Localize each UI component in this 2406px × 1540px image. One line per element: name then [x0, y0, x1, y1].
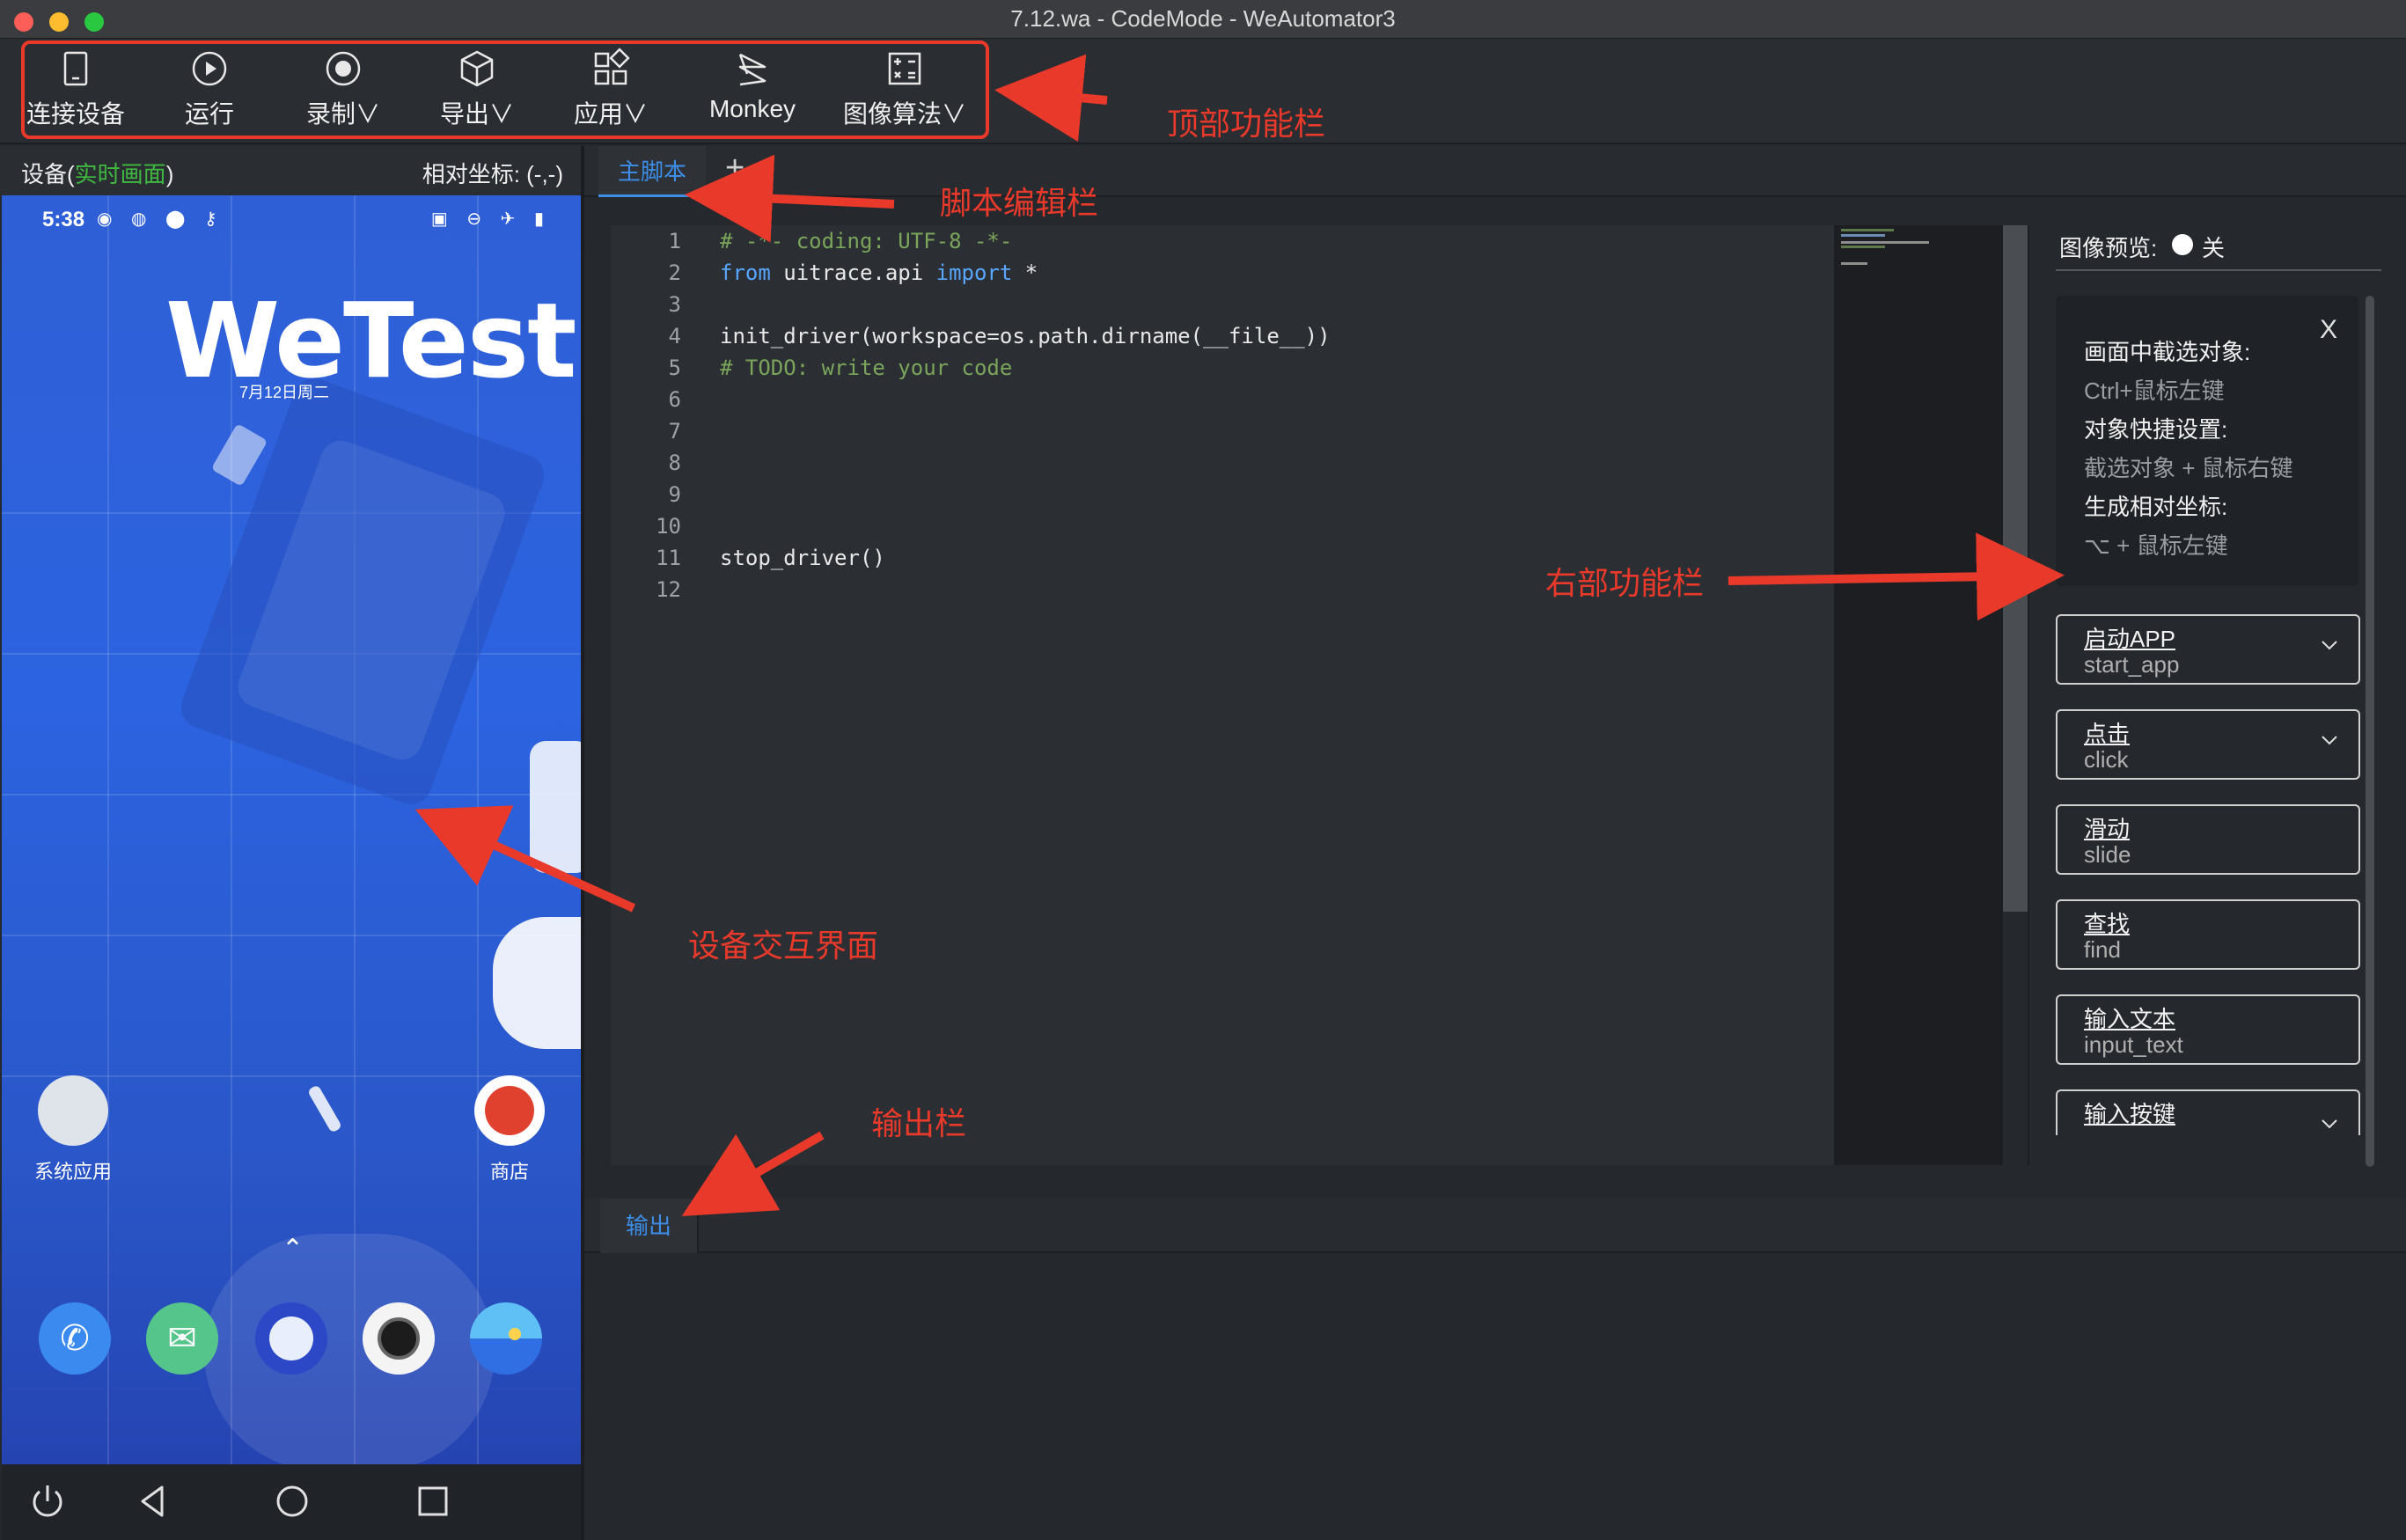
- start-app-action[interactable]: 启动APP start_app: [2056, 614, 2360, 685]
- power-icon[interactable]: [26, 1480, 69, 1522]
- input-text-action[interactable]: 输入文本 input_text: [2056, 994, 2360, 1065]
- click-action[interactable]: 点击 click: [2056, 709, 2360, 780]
- action-label-en: start_app: [2084, 651, 2180, 678]
- weather-icon[interactable]: [470, 1302, 542, 1375]
- action-label-cn: 滑动: [2084, 816, 2131, 842]
- code-line: # -*- coding: UTF-8 -*-: [720, 229, 1013, 253]
- device-nav-bar: [2, 1464, 581, 1540]
- line-number: 6: [668, 387, 681, 412]
- help-title: 对象快捷设置:: [2084, 416, 2228, 443]
- code-editor[interactable]: 1 2 3 4 5 6 7 8 9 10 11 12 # -*- coding:…: [611, 225, 1834, 1165]
- device-title-suffix: ): [165, 161, 174, 187]
- input-key-action[interactable]: 输入按键: [2056, 1089, 2360, 1135]
- line-number: 7: [668, 419, 681, 444]
- close-icon[interactable]: X: [2320, 315, 2337, 345]
- device-screen[interactable]: 5:38 ◉ ◍ ⬤ ⚷ ▣ ⊖ ✈ ▮ WeTest 7月12日周二 系统应用…: [2, 195, 581, 1464]
- line-number: 3: [668, 292, 681, 317]
- line-number: 4: [668, 324, 681, 348]
- tab-main-script[interactable]: 主脚本: [598, 146, 707, 197]
- store-icon: [474, 1075, 545, 1146]
- output-tab-bar: 输出: [584, 1199, 2406, 1253]
- find-action[interactable]: 查找 find: [2056, 899, 2360, 970]
- editor-tab-bar: 主脚本 +: [584, 146, 2406, 197]
- camera-icon[interactable]: [363, 1302, 435, 1375]
- line-number-gutter: 1 2 3 4 5 6 7 8 9 10 11 12: [611, 225, 681, 1165]
- action-label-en: click: [2084, 746, 2129, 773]
- chevron-down-icon: [2322, 641, 2337, 650]
- line-number: 8: [668, 451, 681, 475]
- line-number: 12: [656, 577, 681, 602]
- action-label-cn: 输入按键: [2084, 1101, 2176, 1127]
- messages-icon[interactable]: ✉: [146, 1302, 218, 1375]
- app-folder-icon: [38, 1075, 108, 1146]
- notification-icons: ◉ ◍ ⬤ ⚷: [97, 209, 224, 229]
- chevron-down-icon: [2322, 736, 2337, 745]
- annotation-script-editor: 脚本编辑栏: [940, 185, 1099, 221]
- phone-status-bar: 5:38 ◉ ◍ ⬤ ⚷ ▣ ⊖ ✈ ▮: [2, 195, 581, 245]
- shortcut-help-box: X 画面中截选对象: Ctrl+鼠标左键 对象快捷设置: 截选对象 + 鼠标右键…: [2056, 296, 2358, 586]
- editor-scrollbar[interactable]: [2003, 225, 2028, 912]
- phone-dial-icon[interactable]: ✆: [39, 1302, 111, 1375]
- help-shortcut: ⌥ + 鼠标左键: [2084, 532, 2228, 559]
- relative-coordinate-readout: 相对坐标: (-,-): [422, 161, 563, 187]
- store-label: 商店: [489, 1161, 529, 1183]
- right-panel-scrollbar[interactable]: [2366, 296, 2374, 1167]
- right-function-panel: 图像预览: 关 X 画面中截选对象: Ctrl+鼠标左键 对象快捷设置: 截选对…: [2029, 197, 2406, 1200]
- code-line: init_driver(workspace=os.path.dirname(__…: [720, 324, 1331, 348]
- system-apps-label: 系统应用: [33, 1161, 112, 1183]
- store-app[interactable]: 商店: [461, 1075, 558, 1184]
- phone-clock: 5:38: [42, 208, 85, 231]
- help-title: 画面中截选对象:: [2084, 339, 2251, 365]
- chevron-down-icon: [2322, 1119, 2337, 1129]
- help-title: 生成相对坐标:: [2084, 494, 2228, 520]
- line-number: 5: [668, 356, 681, 380]
- image-preview-label: 图像预览:: [2059, 235, 2158, 261]
- action-label-en: input_text: [2084, 1031, 2183, 1058]
- code-line: # TODO: write your code: [720, 356, 1013, 380]
- recents-icon[interactable]: [412, 1480, 454, 1522]
- line-number: 1: [668, 229, 681, 253]
- action-label-cn: 点击: [2084, 721, 2131, 747]
- system-apps-folder[interactable]: 系统应用: [25, 1075, 121, 1184]
- annotation-right-panel: 右部功能栏: [1545, 565, 1705, 601]
- action-label-en: find: [2084, 936, 2121, 963]
- browser-icon[interactable]: [255, 1302, 327, 1375]
- line-number: 2: [668, 260, 681, 285]
- home-icon[interactable]: [271, 1480, 313, 1522]
- line-number: 9: [668, 482, 681, 507]
- help-shortcut: Ctrl+鼠标左键: [2084, 378, 2225, 404]
- device-title-prefix: 设备(: [21, 161, 75, 187]
- tab-output[interactable]: 输出: [600, 1199, 699, 1253]
- device-title: 设备(实时画面): [21, 157, 173, 189]
- wetest-logo: WeTest: [165, 280, 576, 401]
- annotation-output: 输出栏: [871, 1105, 967, 1141]
- toolbar-highlight-frame: [21, 40, 989, 139]
- image-preview-toggle[interactable]: [2172, 234, 2193, 255]
- code-line: stop_driver(): [720, 546, 885, 570]
- line-number: 10: [656, 514, 681, 539]
- code-line: from uitrace.api import *: [720, 260, 1038, 285]
- live-view-label: 实时画面: [74, 161, 166, 187]
- action-label-cn: 输入文本: [2084, 1006, 2176, 1032]
- action-label-en: slide: [2084, 841, 2131, 868]
- action-label-cn: 启动APP: [2084, 626, 2176, 652]
- line-number: 11: [656, 546, 681, 570]
- action-label-cn: 查找: [2084, 911, 2131, 937]
- window-titlebar: 7.12.wa - CodeMode - WeAutomator3: [0, 0, 2406, 39]
- preview-divider: [2056, 269, 2381, 271]
- window-title: 7.12.wa - CodeMode - WeAutomator3: [1010, 5, 1396, 32]
- device-panel-header: 设备(实时画面) 相对坐标: (-,-): [0, 146, 583, 195]
- add-tab-button[interactable]: +: [725, 150, 745, 187]
- help-shortcut: 截选对象 + 鼠标右键: [2084, 455, 2293, 481]
- annotation-top-toolbar: 顶部功能栏: [1167, 106, 1326, 142]
- output-panel[interactable]: [584, 1253, 2406, 1540]
- system-status-icons: ▣ ⊖ ✈ ▮: [430, 209, 551, 229]
- image-preview-state: 关: [2202, 235, 2226, 261]
- slide-action[interactable]: 滑动 slide: [2056, 804, 2360, 875]
- annotation-device-ui: 设备交互界面: [688, 928, 879, 964]
- back-icon[interactable]: [132, 1480, 174, 1522]
- app-drawer-chevron-icon[interactable]: ⌃: [282, 1234, 304, 1265]
- code-minimap[interactable]: [1834, 225, 2003, 1165]
- phone-date: 7月12日周二: [239, 384, 330, 401]
